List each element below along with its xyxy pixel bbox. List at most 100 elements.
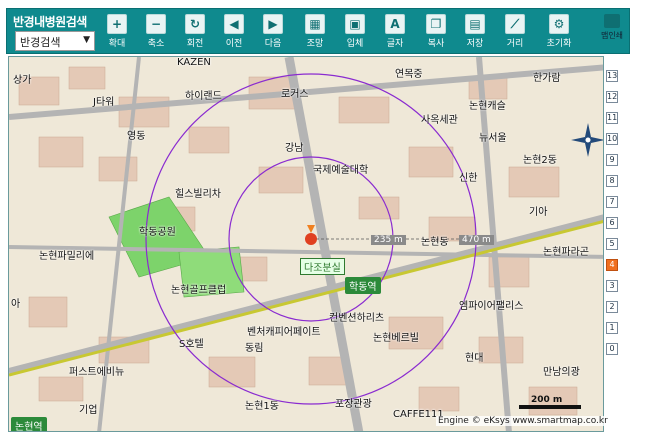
map-label: 논현파라곤	[543, 247, 589, 258]
map-label: 만남의광	[543, 367, 580, 378]
distance-badge-inner: 235 m	[371, 235, 406, 245]
tool-label: 확대	[108, 39, 126, 49]
scale-label: 200 m	[531, 395, 563, 405]
map-canvas[interactable]: 상가 KAZEN 연목중 한가람 하이랜드 로커스 J타워 논현캐슬 사옥세관 …	[8, 56, 604, 432]
zoom-step-12[interactable]: 12	[606, 91, 618, 103]
chevron-down-icon: ▼	[83, 35, 90, 45]
zoom-step-4[interactable]: 4	[606, 259, 618, 271]
distance-badge-outer: 470 m	[459, 235, 494, 245]
map-label: 논현캐슬	[469, 101, 506, 112]
map-label: 신한	[459, 173, 478, 184]
zoom-out-button[interactable]: − 축소	[138, 14, 174, 52]
map-label: 사옥세관	[421, 115, 458, 126]
app-frame: 반경내병원검색 반경검색 ▼ + 확대 − 축소 ↻ 회전 ◀ 이전 ▶ 다음 ▦ 조망 ▣…	[0, 0, 648, 448]
print-label: 맵인쇄	[600, 31, 624, 40]
map-label: 로커스	[281, 89, 309, 100]
map-label: 아	[11, 299, 21, 310]
map-label: 포장관광	[335, 399, 372, 410]
distance-button[interactable]: ⟋ 거리	[497, 14, 533, 52]
station-label[interactable]: 학동역	[345, 277, 381, 294]
map-label: 논현동	[421, 237, 449, 248]
zoom-step-3[interactable]: 3	[606, 280, 618, 292]
printer-icon	[604, 14, 620, 28]
map-label: J타워	[93, 97, 115, 108]
map-label: KAZEN	[177, 57, 211, 68]
map-label: 상가	[13, 75, 32, 86]
zoom-step-9[interactable]: 9	[606, 154, 618, 166]
map-label: 강남	[285, 143, 304, 154]
map-label: 기업	[79, 405, 98, 416]
tool-label: 초기화	[546, 39, 572, 49]
zoom-step-5[interactable]: 5	[606, 238, 618, 250]
copy-icon: ❐	[426, 14, 446, 34]
map-label: 논현골프클럽	[171, 285, 227, 296]
map-label: 연목중	[395, 69, 423, 80]
tool-label: 저장	[466, 39, 484, 49]
zoom-in-icon: +	[107, 14, 127, 34]
zoom-step-6[interactable]: 6	[606, 217, 618, 229]
tool-label: 글자	[386, 39, 404, 49]
zoom-level-bar[interactable]: 13 12 11 10 9 8 7 6 5 4 3 2 1 0	[606, 56, 620, 428]
3d-icon: ▣	[345, 14, 365, 34]
zoom-out-icon: −	[146, 14, 166, 34]
text-button[interactable]: A 글자	[377, 14, 413, 52]
reset-button[interactable]: ⚙ 초기화	[541, 14, 577, 52]
save-button[interactable]: ▤ 저장	[457, 14, 493, 52]
zoom-step-2[interactable]: 2	[606, 301, 618, 313]
reset-icon: ⚙	[549, 14, 569, 34]
save-icon: ▤	[465, 14, 485, 34]
zoom-step-0[interactable]: 0	[606, 343, 618, 355]
map-label: 벤처캐피어페이트	[247, 327, 321, 338]
back-button[interactable]: ◀ 이전	[216, 14, 252, 52]
tool-label: 거리	[506, 39, 524, 49]
map-label: 영동	[127, 131, 146, 142]
map-label: 동림	[245, 343, 264, 354]
search-mode-value: 반경검색	[20, 36, 61, 49]
map-label: 퍼스트에비뉴	[69, 367, 125, 378]
tool-label: 복사	[427, 39, 445, 49]
copy-button[interactable]: ❐ 복사	[418, 14, 454, 52]
zoom-step-10[interactable]: 10	[606, 133, 618, 145]
forward-button[interactable]: ▶ 다음	[255, 14, 291, 52]
ruler-icon: ⟋	[505, 14, 525, 34]
zoom-step-11[interactable]: 11	[606, 112, 618, 124]
map-label: 컨벤션하리츠	[329, 313, 385, 324]
map-label: 현대	[465, 353, 484, 364]
engine-credit: Engine © eKsys www.smartmap.co.kr	[436, 416, 610, 426]
zoom-in-button[interactable]: + 확대	[99, 14, 135, 52]
target-label[interactable]: 다조분실	[300, 258, 345, 275]
rotate-button[interactable]: ↻ 회전	[177, 14, 213, 52]
tool-label: 이전	[225, 39, 243, 49]
map-label: 논현파밀리에	[39, 251, 95, 262]
compass-icon[interactable]	[571, 123, 604, 157]
tool-label: 입체	[346, 39, 364, 49]
map-label: S호텔	[179, 339, 204, 350]
map-label: 논현2동	[523, 155, 557, 166]
map-label: 기아	[529, 207, 548, 218]
map-label: 뉴서울	[479, 133, 507, 144]
zoom-step-1[interactable]: 1	[606, 322, 618, 334]
map-label: 학동공원	[139, 227, 176, 238]
map-label: 한가람	[533, 73, 561, 84]
zoom-step-8[interactable]: 8	[606, 175, 618, 187]
zoom-step-13[interactable]: 13	[606, 70, 618, 82]
map-label: 힐스빌리차	[175, 189, 221, 200]
zoom-step-7[interactable]: 7	[606, 196, 618, 208]
rotate-icon: ↻	[185, 14, 205, 34]
back-icon: ◀	[224, 14, 244, 34]
toolbar-title: 반경내병원검색	[13, 15, 87, 29]
print-map-button[interactable]: 맵인쇄	[590, 14, 634, 41]
view-button[interactable]: ▦ 조망	[297, 14, 333, 52]
search-mode-select[interactable]: 반경검색 ▼	[15, 31, 95, 51]
tool-label: 축소	[147, 39, 165, 49]
map-label: 엠파이어팰리스	[459, 301, 524, 312]
view-icon: ▦	[305, 14, 325, 34]
tool-label: 회전	[186, 39, 204, 49]
station-label[interactable]: 논현역	[11, 417, 47, 431]
3d-button[interactable]: ▣ 입체	[337, 14, 373, 52]
forward-icon: ▶	[263, 14, 283, 34]
map-label: 국제예술대학	[313, 165, 369, 176]
map-label: 논현베르빌	[373, 333, 419, 344]
scale-bar	[519, 405, 581, 409]
text-icon: A	[385, 14, 405, 34]
